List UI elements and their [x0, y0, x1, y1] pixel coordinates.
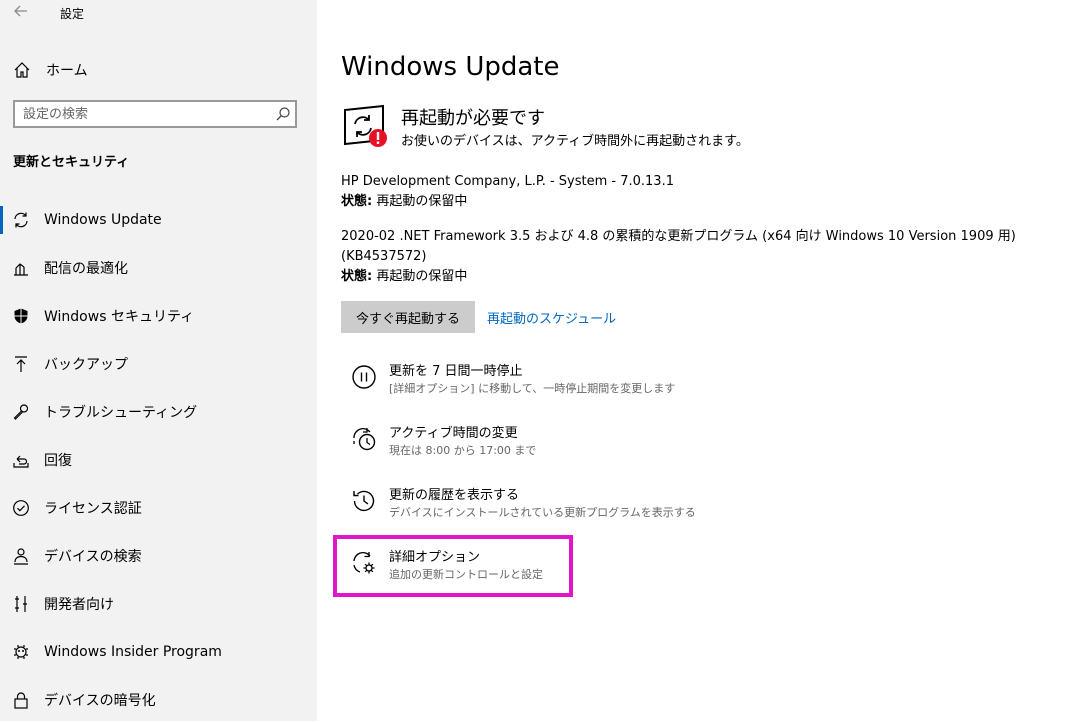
update-status: 状態: 再起動の保留中	[341, 267, 1016, 287]
status-label: 状態:	[341, 269, 373, 284]
option-title: アクティブ時間の変更	[389, 426, 518, 441]
pause-icon	[351, 364, 377, 390]
sidebar-item-insider[interactable]: Windows Insider Program	[0, 630, 317, 674]
sidebar-item-label: Windows Update	[44, 212, 162, 228]
update-item: HP Development Company, L.P. - System - …	[341, 172, 674, 212]
status-subtitle: お使いのデバイスは、アクティブ時間外に再起動されます。	[401, 134, 749, 149]
update-name: 2020-02 .NET Framework 3.5 および 4.8 の累積的な…	[341, 229, 1016, 244]
highlight-box	[333, 535, 573, 597]
sidebar-item-label: バックアップ	[44, 357, 128, 373]
sidebar-item-windows-security[interactable]: Windows セキュリティ	[0, 294, 317, 338]
update-status: 状態: 再起動の保留中	[341, 192, 674, 212]
sidebar-item-label: ライセンス認証	[44, 501, 142, 517]
page-title: Windows Update	[341, 52, 560, 82]
search-input[interactable]	[23, 105, 263, 123]
person-pin-icon	[11, 546, 31, 566]
sidebar-item-home[interactable]: ホーム	[12, 58, 302, 82]
option-subtitle: デバイスにインストールされている更新プログラムを表示する	[389, 506, 696, 519]
search-icon[interactable]	[275, 106, 291, 122]
sidebar-item-troubleshoot[interactable]: トラブルシューティング	[0, 390, 317, 434]
status-value: 再起動の保留中	[372, 269, 468, 284]
restart-required-icon	[341, 102, 387, 148]
update-name: HP Development Company, L.P. - System - …	[341, 174, 674, 189]
option-update-history[interactable]: 更新の履歴を表示する デバイスにインストールされている更新プログラムを表示する	[341, 484, 741, 532]
option-subtitle: 現在は 8:00 から 17:00 まで	[389, 444, 537, 457]
recovery-icon	[11, 450, 31, 470]
restart-now-button[interactable]: 今すぐ再起動する	[341, 301, 475, 333]
sidebar-item-device-encryption[interactable]: デバイスの暗号化	[0, 678, 317, 722]
refresh-icon	[11, 210, 31, 230]
option-title: 更新を 7 日間一時停止	[389, 364, 523, 379]
sidebar-item-delivery-optimization[interactable]: 配信の最適化	[0, 246, 317, 290]
home-label: ホーム	[46, 63, 88, 79]
window-title: 設定	[60, 7, 85, 21]
sidebar-item-label: デバイスの検索	[44, 549, 142, 565]
option-pause-updates[interactable]: 更新を 7 日間一時停止 [詳細オプション] に移動して、一時停止期間を変更しま…	[341, 360, 741, 408]
option-subtitle: [詳細オプション] に移動して、一時停止期間を変更します	[389, 382, 676, 395]
sidebar-item-developers[interactable]: 開発者向け	[0, 582, 317, 626]
sidebar-item-label: 回復	[44, 453, 72, 469]
title-bar: 設定	[0, 0, 317, 26]
delivery-optimization-icon	[11, 258, 31, 278]
check-circle-icon	[11, 498, 31, 518]
sidebar-item-label: 開発者向け	[44, 597, 114, 613]
status-title: 再起動が必要です	[401, 108, 545, 129]
schedule-restart-link[interactable]: 再起動のスケジュール	[487, 308, 616, 327]
sidebar-item-label: トラブルシューティング	[44, 405, 198, 421]
active-hours-clock-icon	[351, 426, 377, 452]
sidebar-item-label: デバイスの暗号化	[44, 693, 156, 709]
developer-icon	[11, 594, 31, 614]
section-title: 更新とセキュリティ	[13, 155, 130, 170]
update-item: 2020-02 .NET Framework 3.5 および 4.8 の累積的な…	[341, 227, 1016, 287]
settings-search-box[interactable]	[13, 100, 297, 128]
history-icon	[351, 488, 377, 514]
sidebar-item-recovery[interactable]: 回復	[0, 438, 317, 482]
status-value: 再起動の保留中	[372, 194, 468, 209]
wrench-icon	[11, 402, 31, 422]
sidebar-item-label: Windows セキュリティ	[44, 309, 195, 325]
sidebar-item-label: 配信の最適化	[44, 261, 128, 277]
option-title: 更新の履歴を表示する	[389, 488, 520, 503]
sidebar: 設定 ホーム 更新とセキュリティ Windows Update 配信の最適化 W…	[0, 0, 317, 721]
sidebar-item-label: Windows Insider Program	[44, 644, 222, 660]
insider-icon	[11, 642, 31, 662]
lock-icon	[11, 690, 31, 710]
shield-icon	[11, 306, 31, 326]
main-panel: Windows Update 再起動が必要です お使いのデバイスは、アクティブ時…	[317, 0, 1085, 721]
sidebar-item-backup[interactable]: バックアップ	[0, 342, 317, 386]
sidebar-item-activation[interactable]: ライセンス認証	[0, 486, 317, 530]
sidebar-item-windows-update[interactable]: Windows Update	[0, 198, 317, 242]
sidebar-item-find-device[interactable]: デバイスの検索	[0, 534, 317, 578]
back-arrow-icon[interactable]	[12, 2, 32, 22]
status-label: 状態:	[341, 194, 373, 209]
home-icon	[12, 60, 32, 80]
update-kb: (KB4537572)	[341, 249, 427, 264]
backup-arrow-icon	[11, 354, 31, 374]
option-active-hours[interactable]: アクティブ時間の変更 現在は 8:00 から 17:00 まで	[341, 422, 741, 470]
